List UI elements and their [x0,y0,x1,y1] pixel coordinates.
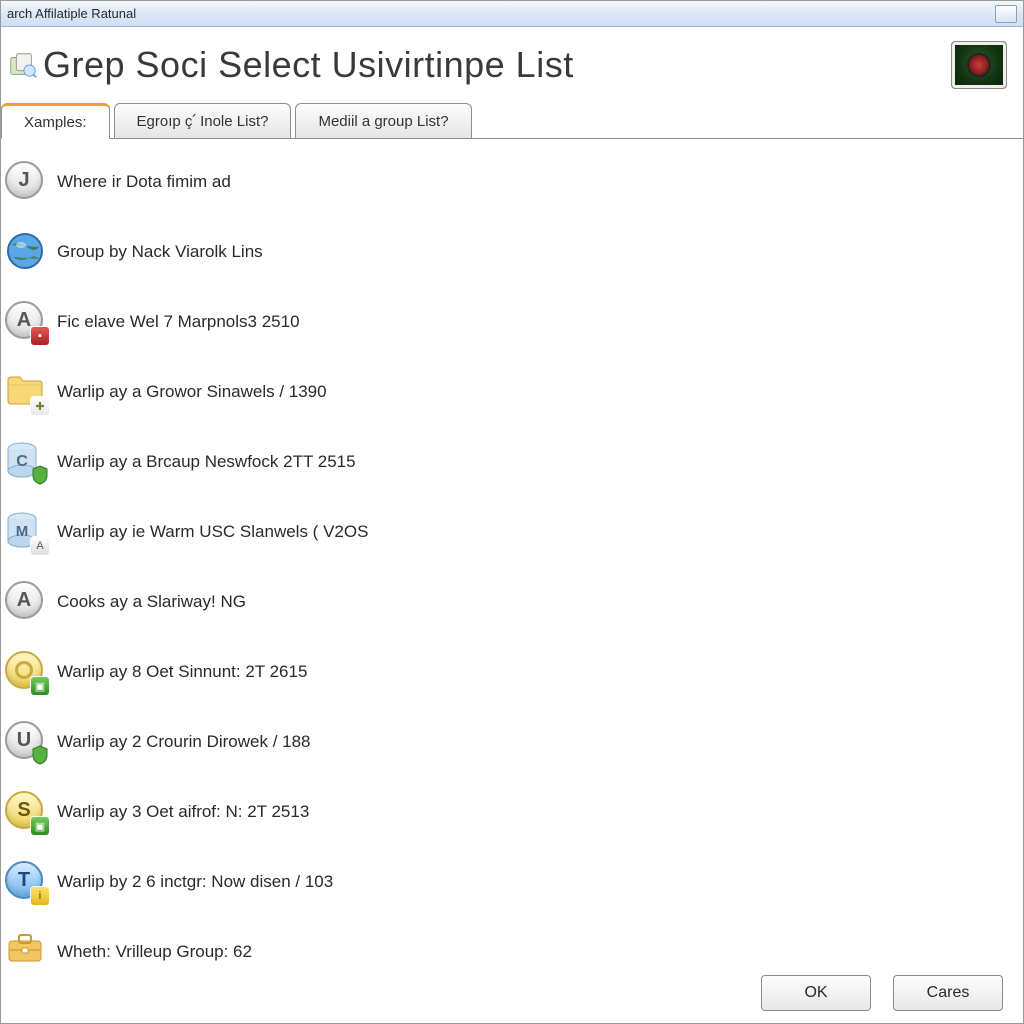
tab-strip: Xamples: Egroıp ç՛ Inole List? Mediil a … [1,95,1023,139]
tab-label: Egroıp ç՛ Inole List? [137,112,269,130]
letter-u-icon: U [5,721,47,763]
button-label: OK [804,984,827,1002]
letter-a-icon: A [5,581,47,623]
letter-a-icon: A ▪ [5,301,47,343]
header: Grep Soci Select Usivirtinpe List [1,27,1023,95]
tab-medil[interactable]: Mediil a group List? [295,103,471,139]
red-badge-icon: ▪ [31,327,49,345]
list-item[interactable]: ✚ Warlip ay a Growor Sinawels / 1390 [3,357,1023,427]
window-title: arch Affilatiple Ratunal [7,6,136,21]
letter-j-icon: J [5,161,47,203]
button-label: Cares [927,984,970,1002]
close-window-button[interactable] [995,5,1017,23]
tab-label: Mediil a group List? [318,113,448,130]
a-badge-icon: A [31,537,49,555]
shield-icon [31,745,49,765]
letter-s-icon: S ▣ [5,791,47,833]
list-item-label: Cooks ay a Slariway! NG [57,592,246,612]
list-item-label: Warlip ay a Growor Sinawels / 1390 [57,382,327,402]
list-item[interactable]: C Warlip ay a Brcaup Neswfock 2TT 2515 [3,427,1023,497]
briefcase-icon [5,931,47,971]
example-list: J Where ir Dota fimim ad Group by Nack V… [1,139,1023,971]
globe-icon [5,231,47,273]
info-badge-icon: i [31,887,49,905]
list-item-label: Group by Nack Viarolk Lins [57,242,263,262]
coin-ring-icon: ▣ [5,651,47,693]
list-item-label: Where ir Dota fimim ad [57,172,231,192]
list-item-label: Warlip ay 8 Oet Sinnunt: 2T 2615 [57,662,307,682]
dialog-window: arch Affilatiple Ratunal Grep Soci Selec… [0,0,1024,1024]
list-item-label: Fic elave Wel 7 Marpnols3 2510 [57,312,300,332]
title-bar[interactable]: arch Affilatiple Ratunal [1,1,1023,27]
list-item-label: Warlip ay 2 Crourin Dirowek / 188 [57,732,311,752]
app-logo [951,41,1007,89]
database-c-icon: C [5,441,47,483]
list-item[interactable]: J Where ir Dota fimim ad [3,147,1023,217]
list-item-label: Warlip ay a Brcaup Neswfock 2TT 2515 [57,452,356,472]
plus-badge-icon: ✚ [31,397,49,415]
list-item-label: Wheth: Vrilleup Group: 62 [57,942,252,962]
dialog-footer: OK Cares [1,971,1023,1023]
tab-examples[interactable]: Xamples: [1,103,110,139]
shield-icon [31,465,49,485]
tab-label: Xamples: [24,114,87,131]
list-item-label: Warlip ay 3 Oet aifrof: N: 2T 2513 [57,802,309,822]
page-title: Grep Soci Select Usivirtinpe List [43,44,574,86]
cancel-button[interactable]: Cares [893,975,1003,1011]
list-item[interactable]: Group by Nack Viarolk Lins [3,217,1023,287]
list-item[interactable]: T i Warlip by 2 6 inctgr: Now disen / 10… [3,847,1023,917]
list-item[interactable]: Wheth: Vrilleup Group: 62 [3,917,1023,971]
tab-egroup[interactable]: Egroıp ç՛ Inole List? [114,103,292,139]
database-m-icon: M A [5,511,47,553]
svg-text:C: C [16,453,28,470]
list-item[interactable]: A Cooks ay a Slariway! NG [3,567,1023,637]
list-item[interactable]: ▣ Warlip ay 8 Oet Sinnunt: 2T 2615 [3,637,1023,707]
list-item[interactable]: A ▪ Fic elave Wel 7 Marpnols3 2510 [3,287,1023,357]
letter-t-icon: T i [5,861,47,903]
list-item[interactable]: M A Warlip ay ie Warm USC Slanwels ( V2O… [3,497,1023,567]
folder-icon: ✚ [5,371,47,413]
list-item-label: Warlip ay ie Warm USC Slanwels ( V2OS [57,522,368,542]
svg-text:M: M [16,523,29,540]
list-item[interactable]: S ▣ Warlip ay 3 Oet aifrof: N: 2T 2513 [3,777,1023,847]
green-badge-icon: ▣ [31,677,49,695]
header-icon [7,50,37,80]
list-item-label: Warlip by 2 6 inctgr: Now disen / 103 [57,872,333,892]
green-badge-icon: ▣ [31,817,49,835]
ok-button[interactable]: OK [761,975,871,1011]
list-item[interactable]: U Warlip ay 2 Crourin Dirowek / 188 [3,707,1023,777]
